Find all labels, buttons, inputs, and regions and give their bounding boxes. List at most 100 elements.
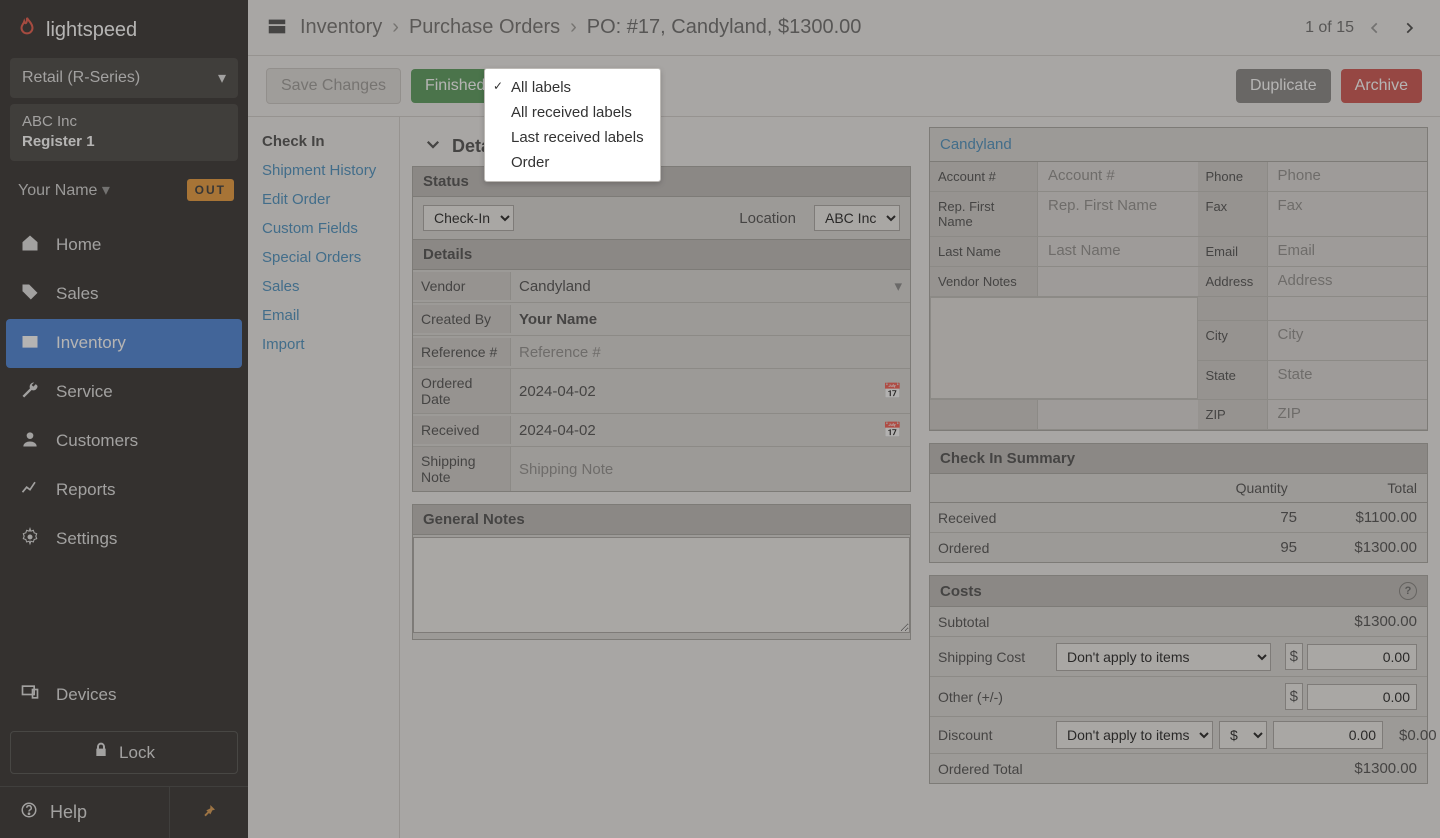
nav-home[interactable]: Home bbox=[0, 221, 248, 270]
breadcrumbs: Inventory › Purchase Orders › PO: #17, C… bbox=[300, 16, 861, 39]
nav-customers[interactable]: Customers bbox=[0, 417, 248, 466]
checkin-summary-panel: Check In Summary Quantity Total Received… bbox=[929, 443, 1428, 563]
nav-label: Inventory bbox=[56, 333, 126, 353]
email-label: Email bbox=[1198, 237, 1268, 267]
nav-sales[interactable]: Sales bbox=[0, 270, 248, 319]
duplicate-button[interactable]: Duplicate bbox=[1236, 69, 1331, 103]
nav-label: Sales bbox=[56, 284, 99, 304]
pin-button[interactable] bbox=[170, 787, 248, 838]
rep-first-input[interactable] bbox=[1046, 196, 1190, 215]
main: Inventory › Purchase Orders › PO: #17, C… bbox=[248, 0, 1440, 838]
fax-input[interactable] bbox=[1276, 196, 1420, 215]
phone-label: Phone bbox=[1198, 162, 1268, 192]
subnav-custom-fields[interactable]: Custom Fields bbox=[260, 214, 391, 243]
reference-input[interactable] bbox=[519, 341, 902, 364]
zip-input[interactable] bbox=[1276, 404, 1420, 423]
address-input[interactable] bbox=[1276, 271, 1420, 290]
city-input[interactable] bbox=[1276, 325, 1420, 344]
shipping-note-input[interactable] bbox=[519, 458, 902, 481]
discount-unit-select[interactable]: $ bbox=[1219, 721, 1267, 749]
save-button: Save Changes bbox=[266, 68, 401, 104]
last-name-label: Last Name bbox=[930, 237, 1038, 267]
ordered-total-amount: $1300.00 bbox=[1277, 754, 1427, 783]
lock-button[interactable]: Lock bbox=[10, 731, 238, 774]
general-notes-textarea[interactable] bbox=[413, 537, 910, 633]
subtotal-label: Subtotal bbox=[930, 608, 1050, 636]
nav-reports[interactable]: Reports bbox=[0, 466, 248, 515]
nav-service[interactable]: Service bbox=[0, 368, 248, 417]
details-heading: Details bbox=[413, 240, 910, 270]
nav-settings[interactable]: Settings bbox=[0, 515, 248, 564]
store-name: ABC Inc bbox=[22, 112, 226, 132]
help-icon[interactable]: ? bbox=[1399, 582, 1417, 600]
subnav-special-orders[interactable]: Special Orders bbox=[260, 243, 391, 272]
last-name-input[interactable] bbox=[1046, 241, 1190, 260]
subnav-import[interactable]: Import bbox=[260, 330, 391, 359]
account-label: Account # bbox=[930, 162, 1038, 192]
shipping-cost-input[interactable] bbox=[1307, 644, 1417, 670]
chevron-down-icon: ▾ bbox=[218, 68, 226, 88]
other-input[interactable] bbox=[1307, 684, 1417, 710]
received-date-input[interactable] bbox=[519, 419, 875, 442]
discount-input[interactable] bbox=[1273, 721, 1383, 749]
chevron-right-icon: › bbox=[392, 16, 399, 39]
user-row[interactable]: Your Name ▾ OUT bbox=[0, 169, 248, 213]
status-select[interactable]: Check-In bbox=[423, 205, 514, 231]
ordered-total-label: Ordered Total bbox=[930, 755, 1050, 783]
clock-out-badge[interactable]: OUT bbox=[187, 179, 234, 201]
chart-icon bbox=[20, 478, 40, 503]
ordered-qty: 95 bbox=[1187, 533, 1307, 562]
popup-option-all-labels[interactable]: All labels bbox=[485, 75, 660, 100]
discount-apply-select[interactable]: Don't apply to items bbox=[1056, 721, 1213, 749]
nav-devices[interactable]: Devices bbox=[0, 670, 248, 719]
vendor-panel: Candyland Account # Phone Rep. First Nam… bbox=[929, 127, 1428, 431]
box-icon bbox=[20, 331, 40, 356]
pager-next[interactable] bbox=[1396, 15, 1422, 41]
location-label: Location bbox=[739, 210, 796, 227]
discount-amount: $0.00 bbox=[1389, 721, 1440, 750]
shipping-note-label: Shipping Note bbox=[413, 447, 511, 491]
subnav-sales[interactable]: Sales bbox=[260, 272, 391, 301]
subnav-email[interactable]: Email bbox=[260, 301, 391, 330]
devices-icon bbox=[20, 682, 40, 707]
popup-option-all-received[interactable]: All received labels bbox=[485, 100, 660, 125]
created-by-value: Your Name bbox=[511, 303, 910, 335]
breadcrumb-inventory[interactable]: Inventory bbox=[300, 16, 382, 39]
drawer-icon[interactable] bbox=[266, 15, 288, 41]
location-select[interactable]: ABC Inc bbox=[814, 205, 900, 231]
vendor-notes-label: Vendor Notes bbox=[930, 267, 1038, 297]
calendar-icon[interactable]: 📅 bbox=[883, 382, 902, 400]
subnav-shipment-history[interactable]: Shipment History bbox=[260, 156, 391, 185]
vendor-link[interactable]: Candyland bbox=[930, 128, 1427, 162]
vendor-select[interactable]: Candyland▾ bbox=[511, 270, 910, 302]
nav-inventory[interactable]: Inventory bbox=[6, 319, 242, 368]
phone-input[interactable] bbox=[1276, 166, 1420, 185]
brand-name: lightspeed bbox=[46, 19, 137, 42]
popup-option-last-received[interactable]: Last received labels bbox=[485, 125, 660, 150]
total-col: Total bbox=[1298, 474, 1427, 502]
pager-text: 1 of 15 bbox=[1305, 19, 1354, 37]
received-row-label: Received bbox=[930, 504, 1187, 532]
primary-nav: Home Sales Inventory Service Customers R… bbox=[0, 221, 248, 564]
fax-label: Fax bbox=[1198, 192, 1268, 237]
state-label: State bbox=[1198, 361, 1268, 400]
email-input[interactable] bbox=[1276, 241, 1420, 260]
account-input[interactable] bbox=[1046, 166, 1190, 185]
breadcrumb-purchase-orders[interactable]: Purchase Orders bbox=[409, 16, 560, 39]
shipping-apply-select[interactable]: Don't apply to items bbox=[1056, 643, 1271, 671]
pager-prev[interactable] bbox=[1362, 15, 1388, 41]
ordered-date-input[interactable] bbox=[519, 380, 875, 403]
state-input[interactable] bbox=[1276, 365, 1420, 384]
vendor-notes-textarea[interactable] bbox=[930, 297, 1198, 399]
ordered-date-label: Ordered Date bbox=[413, 369, 511, 413]
general-notes-heading: General Notes bbox=[413, 505, 910, 535]
calendar-icon[interactable]: 📅 bbox=[883, 421, 902, 439]
costs-heading: Costs bbox=[940, 583, 982, 600]
store-selector[interactable]: Retail (R-Series) ▾ bbox=[10, 58, 238, 98]
subnav-edit-order[interactable]: Edit Order bbox=[260, 185, 391, 214]
nav-label: Settings bbox=[56, 529, 117, 549]
subnav-check-in[interactable]: Check In bbox=[260, 127, 391, 156]
archive-button[interactable]: Archive bbox=[1341, 69, 1422, 103]
help-button[interactable]: Help bbox=[0, 787, 170, 838]
popup-option-order[interactable]: Order bbox=[485, 150, 660, 175]
